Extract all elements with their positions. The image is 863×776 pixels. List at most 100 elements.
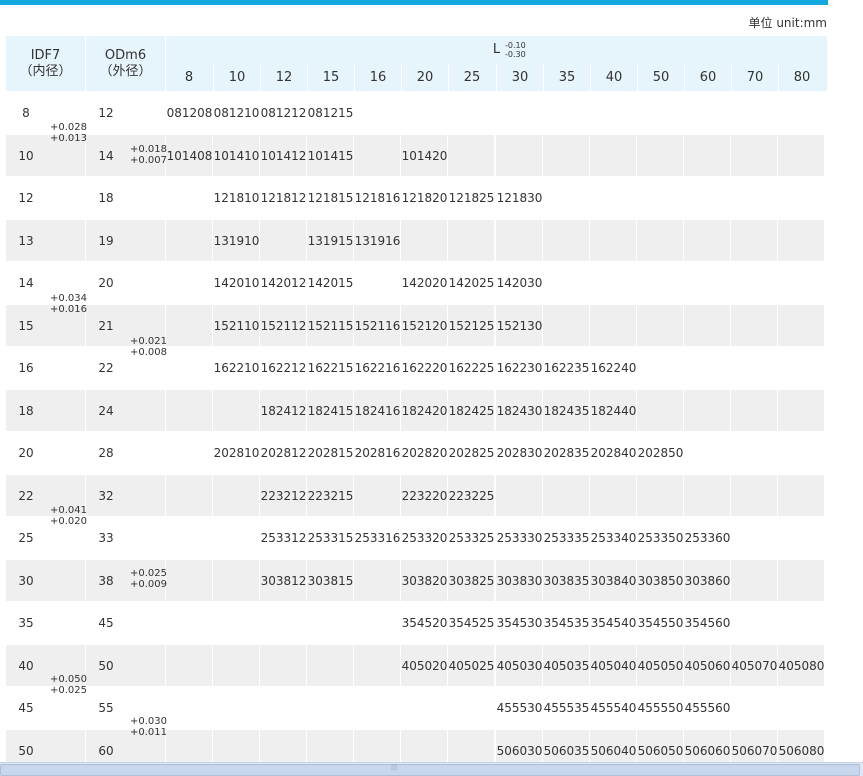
part-number-cell: 131916: [354, 233, 401, 248]
part-number-cell: 202812: [260, 446, 307, 460]
part-number-cell: 405020: [401, 658, 448, 673]
part-number-cell: 405050: [637, 658, 684, 673]
part-number-cell: 162225: [448, 361, 495, 375]
l-column-header: 12: [260, 64, 307, 91]
part-number-cell: [684, 220, 731, 262]
part-number-cell: 253335: [543, 531, 590, 545]
part-number-cell: 202815: [307, 446, 354, 460]
horizontal-scrollbar[interactable]: |||: [0, 762, 863, 776]
l-tol-upper: -0.10: [505, 41, 526, 50]
l-column-header: 10: [213, 64, 260, 91]
part-number-cell: [260, 220, 307, 262]
part-number-cell: 121815: [307, 191, 354, 205]
od-tolerance-upper: +0.030: [130, 716, 168, 727]
part-number-cell: 303835: [543, 573, 590, 588]
part-number-cell: [637, 135, 684, 177]
part-number-cell: [731, 92, 778, 134]
part-number-cell: [684, 475, 731, 517]
part-number-cell: 152110: [213, 318, 260, 333]
id-tolerance-upper: +0.028: [50, 122, 88, 133]
part-number-cell: [213, 602, 260, 644]
id-value: 18: [18, 403, 34, 418]
part-number-cell: [401, 220, 448, 262]
part-number-cell: 142020: [401, 276, 448, 290]
od-value: 28: [98, 446, 114, 460]
part-number-cell: 354535: [543, 616, 590, 630]
part-number-cell: 354560: [684, 616, 731, 630]
part-number-cell: [496, 220, 543, 262]
scrollbar-thumb[interactable]: [0, 764, 860, 776]
part-number-cell: 405070: [731, 658, 778, 673]
id-value: 40: [18, 658, 34, 673]
part-number-cell: 202825: [448, 446, 495, 460]
part-number-cell: 303830: [496, 573, 543, 588]
part-number-cell: [590, 475, 637, 517]
part-number-cell: 303850: [637, 573, 684, 588]
part-number-cell: 405035: [543, 658, 590, 673]
part-number-cell: [637, 220, 684, 262]
part-number-cell: 182420: [401, 403, 448, 418]
l-column-header: 70: [731, 64, 778, 91]
part-number-cell: [684, 305, 731, 347]
part-number-cell: 354525: [448, 616, 495, 630]
id-tolerance-upper: +0.041: [50, 505, 88, 516]
part-number-cell: [684, 135, 731, 177]
part-number-cell: [166, 687, 213, 729]
part-number-cell: [448, 220, 495, 262]
l-column-header: 25: [448, 64, 495, 91]
part-number-cell: [354, 645, 401, 687]
part-number-cell: [166, 560, 213, 602]
part-number-cell: 455560: [684, 701, 731, 715]
l-header: L -0.10 -0.30: [166, 36, 827, 64]
part-number-cell: [260, 645, 307, 687]
part-number-cell: 405060: [684, 658, 731, 673]
part-number-cell: 253325: [448, 531, 495, 545]
part-number-cell: [543, 475, 590, 517]
part-number-cell: 152125: [448, 318, 495, 333]
unit-label: 单位 unit:mm: [748, 16, 828, 30]
part-number-cell: 354550: [637, 616, 684, 630]
part-number-cell: 202820: [401, 446, 448, 460]
part-number-cell: [166, 177, 213, 219]
part-number-cell: [166, 262, 213, 304]
part-number-cell: 081215: [307, 106, 354, 120]
part-number-cell: 121820: [401, 191, 448, 205]
part-number-cell: [637, 390, 684, 432]
od-tolerance: +0.030 +0.011: [130, 716, 167, 738]
part-number-cell: [778, 475, 825, 517]
od-value: 22: [98, 361, 114, 375]
part-number-cell: [213, 390, 260, 432]
part-number-cell: 152130: [496, 318, 543, 333]
part-number-cell: [166, 220, 213, 262]
part-number-cell: 253330: [496, 531, 543, 545]
part-number-cell: [778, 560, 825, 602]
part-number-cell: [543, 92, 590, 134]
part-number-cell: 182416: [354, 403, 401, 418]
part-number-cell: 455540: [590, 701, 637, 715]
id-value: 10: [18, 148, 34, 163]
part-number-cell: 142012: [260, 276, 307, 290]
part-number-cell: 101408: [166, 148, 213, 163]
od-value: 14: [98, 148, 114, 163]
part-number-cell: 202816: [354, 446, 401, 460]
part-number-cell: 455535: [543, 701, 590, 715]
part-number-cell: [401, 687, 448, 729]
od-value: 24: [98, 403, 114, 418]
l-column-header: 20: [401, 64, 448, 91]
part-number-cell: 142015: [307, 276, 354, 290]
table-row: 14 20 142010 142012 142015 142020 142025 142030: [6, 262, 827, 304]
part-number-cell: 253312: [260, 531, 307, 545]
part-number-cell: [543, 135, 590, 177]
od-tolerance-lower: +0.008: [130, 347, 168, 358]
part-number-cell: 182412: [260, 403, 307, 418]
od-value: 20: [98, 276, 114, 290]
id-value: 14: [18, 276, 34, 290]
part-number-cell: [260, 602, 307, 644]
part-number-cell: [731, 560, 778, 602]
part-number-cell: 303820: [401, 573, 448, 588]
part-number-cell: 253340: [590, 531, 637, 545]
part-number-cell: [684, 432, 731, 474]
part-number-cell: [637, 262, 684, 304]
part-number-cell: [496, 475, 543, 517]
part-number-cell: [166, 602, 213, 644]
